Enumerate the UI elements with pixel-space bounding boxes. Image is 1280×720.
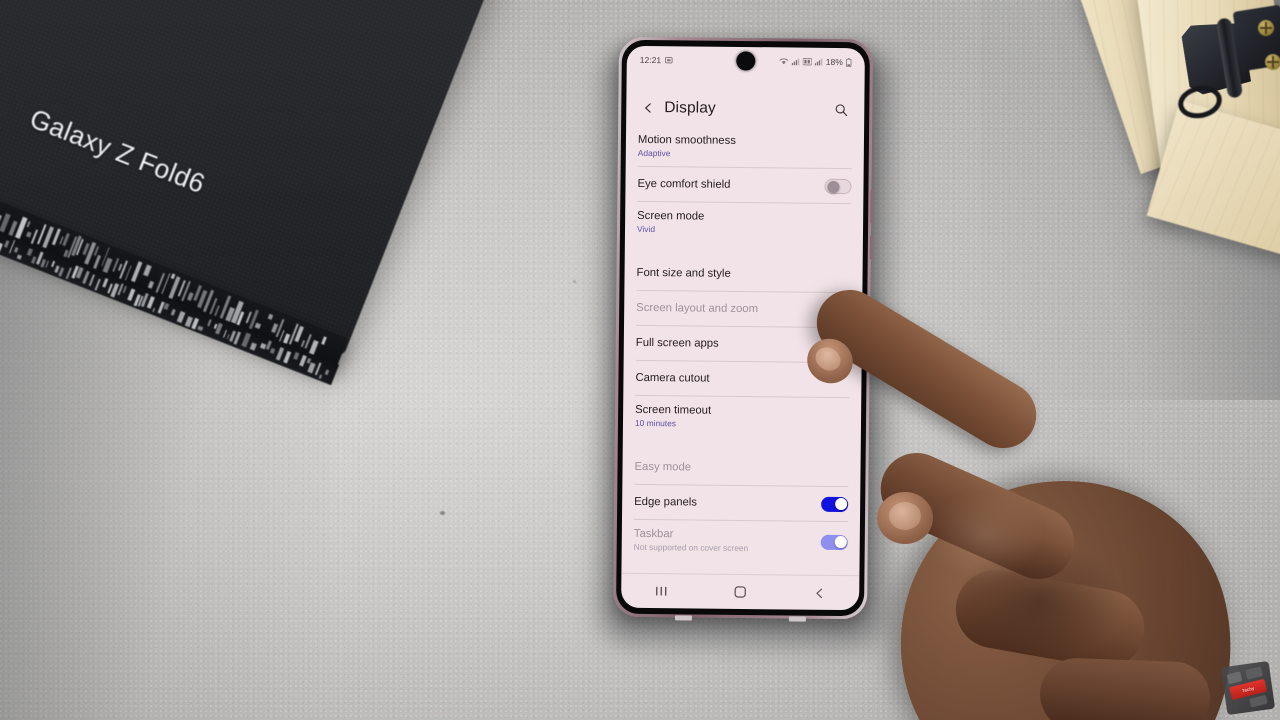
signal-icon xyxy=(792,57,800,65)
settings-row-text: Camera cutout xyxy=(635,371,709,385)
search-icon xyxy=(834,103,848,117)
hand xyxy=(805,330,1280,720)
settings-row-title: Camera cutout xyxy=(635,371,709,385)
back-chevron-icon xyxy=(642,102,654,114)
volume-button[interactable] xyxy=(870,189,873,223)
frame-antenna-band xyxy=(675,615,692,620)
settings-row-title: Edge panels xyxy=(634,495,697,509)
settings-row-text: Screen timeout 10 minutes xyxy=(635,403,711,429)
settings-row-text: Screen mode Vivid xyxy=(637,209,704,235)
status-bar-right: 18% xyxy=(779,56,852,67)
back-button[interactable] xyxy=(638,98,658,118)
channel-watermark: Techy xyxy=(1221,661,1275,715)
settings-row-subtitle: Vivid xyxy=(637,223,704,235)
watermark-label: Techy xyxy=(1242,686,1255,694)
settings-row-title: Full screen apps xyxy=(636,336,719,350)
front-camera-punch-hole xyxy=(736,51,755,70)
recents-button[interactable] xyxy=(641,581,681,601)
signal-icon xyxy=(815,58,823,66)
screenshot-icon xyxy=(665,56,673,64)
settings-row-subtitle: Adaptive xyxy=(638,147,736,159)
settings-row-font-size-and-style[interactable]: Font size and style xyxy=(624,256,862,292)
hand-highlight xyxy=(925,490,1045,580)
settings-row-subtitle: 10 minutes xyxy=(635,417,711,429)
settings-row-text: Screen layout and zoom xyxy=(636,301,758,315)
settings-row-text: Easy mode xyxy=(634,460,691,474)
battery-icon xyxy=(846,58,852,67)
settings-row-title: Taskbar xyxy=(634,527,749,541)
home-button[interactable] xyxy=(720,582,760,602)
desk-speck xyxy=(440,511,445,515)
power-button[interactable] xyxy=(870,235,873,259)
settings-row-subtitle: Not supported on cover screen xyxy=(634,541,749,553)
settings-row-text: Font size and style xyxy=(637,266,731,280)
settings-row-screen-mode[interactable]: Screen mode Vivid xyxy=(625,202,863,244)
settings-row-text: Motion smoothness Adaptive xyxy=(638,133,736,159)
recents-icon xyxy=(654,585,668,597)
search-button[interactable] xyxy=(830,99,852,121)
status-bar-left: 12:21 xyxy=(640,55,673,65)
settings-row-text: Full screen apps xyxy=(636,336,719,350)
scene-root: Galaxy Z Fold6 Made in Vietnam 12:21 xyxy=(0,0,1280,720)
sim-icon xyxy=(803,58,812,66)
settings-row-text: Edge panels xyxy=(634,495,697,509)
home-icon xyxy=(733,585,747,599)
brass-screw xyxy=(1265,54,1280,70)
page-title: Display xyxy=(664,99,716,118)
status-time: 12:21 xyxy=(640,55,661,65)
desk-speck xyxy=(573,280,576,283)
settings-row-title: Easy mode xyxy=(634,460,691,474)
battery-percent-label: 18% xyxy=(826,57,843,67)
pinky-finger xyxy=(1039,657,1211,720)
toggle-knob xyxy=(827,181,839,193)
frame-antenna-band xyxy=(789,616,806,621)
settings-row-title: Screen timeout xyxy=(635,403,711,417)
settings-row-title: Screen mode xyxy=(637,209,704,223)
toggle-eye-comfort-shield[interactable] xyxy=(824,178,851,193)
wifi-icon xyxy=(779,57,789,65)
screen-header: Display xyxy=(626,90,864,128)
settings-row-title: Motion smoothness xyxy=(638,133,736,147)
settings-row-title: Font size and style xyxy=(637,266,731,280)
settings-row-motion-smoothness[interactable]: Motion smoothness Adaptive xyxy=(626,126,864,168)
settings-row-eye-comfort-shield[interactable]: Eye comfort shield xyxy=(625,167,863,203)
settings-row-title: Screen layout and zoom xyxy=(636,301,758,315)
settings-row-text: Eye comfort shield xyxy=(637,177,730,191)
settings-row-title: Eye comfort shield xyxy=(637,177,730,191)
middle-finger-nail xyxy=(889,502,921,530)
brass-screw xyxy=(1258,20,1274,36)
settings-row-text: Taskbar Not supported on cover screen xyxy=(634,527,749,553)
